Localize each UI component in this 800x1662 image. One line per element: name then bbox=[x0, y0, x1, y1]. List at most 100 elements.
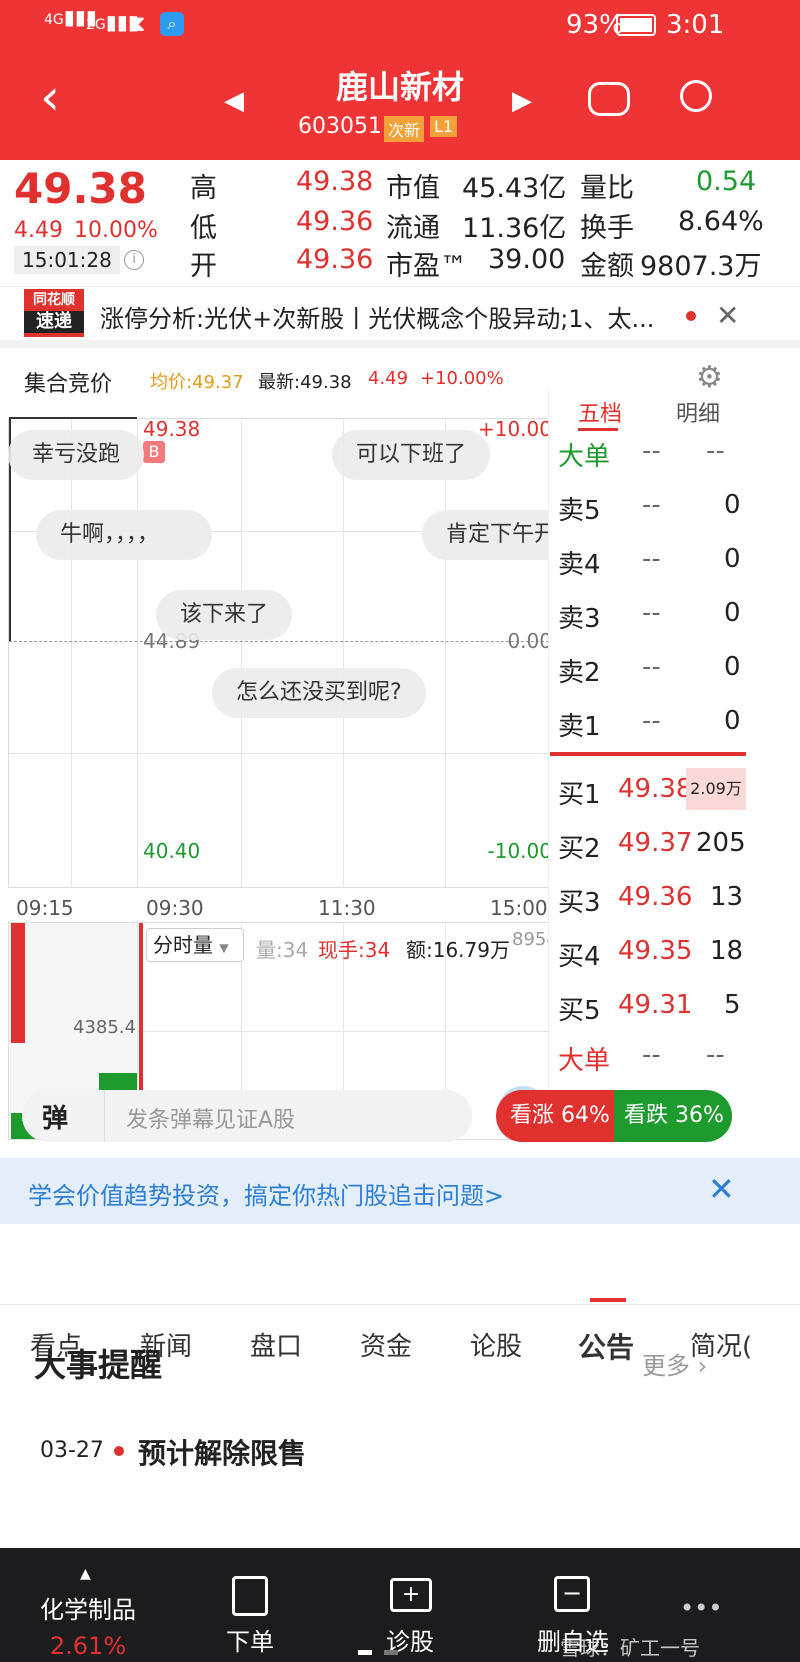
diagnose-button[interactable]: 诊股 bbox=[370, 1622, 450, 1657]
news-text: 涨停分析:光伏+次新股丨光伏概念个股异动;1、太... bbox=[100, 305, 655, 333]
avg-price: 均价:49.37 bbox=[150, 372, 244, 393]
danmu-placeholder: 发条弹幕见证A股 bbox=[126, 1108, 296, 1133]
low-value: 49.36 bbox=[296, 206, 374, 237]
high-value: 49.38 bbox=[296, 166, 374, 197]
open-value: 49.36 bbox=[296, 244, 374, 275]
auction-label: 集合竞价 bbox=[24, 372, 113, 397]
current-hand: 现手:34 bbox=[318, 938, 391, 962]
time-0915: 09:15 bbox=[16, 896, 74, 920]
ask1-label: 卖1 bbox=[558, 712, 601, 742]
tab-forum[interactable]: 论股 bbox=[470, 1326, 522, 1363]
events-more-link[interactable]: 更多 › bbox=[642, 1346, 707, 1381]
danmu-bubble: 可以下班了 bbox=[332, 430, 491, 480]
chevron-down-icon: ▼ bbox=[219, 941, 229, 955]
float-label: 流通 bbox=[386, 213, 440, 244]
amount-label: 金额 bbox=[580, 251, 634, 282]
sector-change: 2.61% bbox=[49, 1632, 127, 1660]
news-logo: 同花顺 速递 bbox=[24, 289, 84, 337]
promo-banner[interactable]: 学会价值趋势投资，搞定你热门股追击问题> ✕ bbox=[0, 1158, 800, 1224]
info-icon[interactable]: i bbox=[124, 250, 144, 270]
order-button[interactable]: 下单 bbox=[210, 1622, 290, 1657]
change: 4.49 bbox=[14, 218, 63, 243]
stock-name: 鹿山新材 bbox=[335, 68, 464, 106]
quote-time: 15:01:28 bbox=[14, 246, 120, 274]
search-icon[interactable] bbox=[680, 80, 712, 112]
bid5-label: 买5 bbox=[558, 996, 601, 1026]
time-1500: 15:00 bbox=[490, 896, 548, 920]
time-0930: 09:30 bbox=[146, 896, 204, 920]
last-price: 49.38 bbox=[14, 164, 147, 213]
tab-detail[interactable]: 明细 bbox=[676, 396, 720, 428]
unread-dot bbox=[686, 311, 696, 321]
hourglass-icon: ⧗ bbox=[130, 12, 146, 37]
danmu-bubble: 该下来了 bbox=[156, 590, 293, 640]
bid4-label: 买4 bbox=[558, 942, 601, 972]
open-label: 开 bbox=[190, 251, 217, 282]
battery-icon bbox=[616, 14, 656, 36]
mcap-label: 市值 bbox=[386, 173, 440, 204]
close-icon[interactable]: ✕ bbox=[716, 299, 739, 332]
sector-name[interactable]: 化学制品 bbox=[28, 1590, 148, 1625]
tab-orderbook[interactable]: 盘口 bbox=[250, 1326, 302, 1363]
search-app-icon: ⌕ bbox=[160, 12, 184, 36]
bid3-label: 买3 bbox=[558, 888, 601, 918]
ask4-label: 卖4 bbox=[558, 550, 601, 580]
bottom-nav: ▲ 化学制品 2.61% 下单 + 诊股 − 删自选 ••• 雪球：矿工一号 bbox=[0, 1548, 800, 1662]
vote-up-button[interactable]: 看涨 64% bbox=[496, 1090, 614, 1142]
diagnose-icon[interactable]: + bbox=[390, 1578, 432, 1612]
prev-stock-icon[interactable]: ◀ bbox=[224, 86, 244, 116]
stock-code: 603051 bbox=[298, 114, 382, 139]
more-icon[interactable]: ••• bbox=[680, 1594, 722, 1622]
next-stock-icon[interactable]: ▶ bbox=[512, 86, 532, 116]
top-price-label: 49.38 bbox=[143, 417, 201, 441]
amount-value: 9807.3万 bbox=[640, 251, 762, 282]
header-change-pct: +10.00% bbox=[420, 368, 504, 389]
banner-close-icon[interactable]: ✕ bbox=[708, 1170, 735, 1208]
volume-value: 量:34 bbox=[256, 938, 309, 962]
volume-type-dropdown[interactable]: 分时量 ▼ bbox=[146, 928, 244, 962]
remove-watchlist-icon[interactable]: − bbox=[554, 1576, 590, 1612]
order-icon[interactable] bbox=[232, 1576, 268, 1616]
change-pct: 10.00% bbox=[74, 218, 158, 243]
vol-ratio-label: 量比 bbox=[580, 173, 634, 204]
caret-up-icon: ▲ bbox=[80, 1566, 91, 1582]
volume-amount: 额:16.79万 bbox=[406, 938, 510, 962]
mcap-value: 45.43亿 bbox=[462, 173, 567, 204]
tab-funds[interactable]: 资金 bbox=[360, 1326, 412, 1363]
news-ticker[interactable]: 同花顺 速递 涨停分析:光伏+次新股丨光伏概念个股异动;1、太... ✕ bbox=[0, 286, 800, 337]
event-text[interactable]: 预计解除限售 bbox=[138, 1432, 306, 1472]
vol-ratio-value: 0.54 bbox=[696, 166, 757, 197]
big-order-bid-label: 大单 bbox=[558, 1046, 611, 1076]
header-bar: 4G▮▮▮ 2G▮▮▮ ⧗ ⌕ 93% 3:01 ‹ ◀ 鹿山新材 603051… bbox=[0, 0, 800, 160]
ask2-label: 卖2 bbox=[558, 658, 601, 688]
intraday-chart[interactable]: 49.38 +10.00% 44.89 0.00% 40.40 -10.00% … bbox=[8, 417, 580, 888]
time-1130: 11:30 bbox=[318, 896, 376, 920]
vote-down-button[interactable]: 看跌 36% bbox=[614, 1090, 732, 1142]
latest-price: 最新:49.38 bbox=[258, 372, 352, 393]
volume-mid-label: 4385.4 bbox=[73, 1017, 136, 1038]
danmu-bubble: 幸亏没跑 bbox=[8, 430, 145, 480]
pe-label: 市盈™ bbox=[386, 251, 467, 282]
bid2-label: 买2 bbox=[558, 834, 601, 864]
event-date: 03-27 bbox=[40, 1438, 104, 1463]
clock: 3:01 bbox=[666, 10, 725, 40]
pe-value: 39.00 bbox=[488, 244, 566, 275]
sentiment-vote[interactable]: 看涨 64% 看跌 36% bbox=[496, 1090, 732, 1142]
back-icon[interactable]: ‹ bbox=[40, 72, 60, 122]
new-stock-badge: 次新 bbox=[384, 116, 425, 142]
watermark: 雪球：矿工一号 bbox=[560, 1636, 700, 1660]
turnover-label: 换手 bbox=[580, 213, 634, 244]
danmu-input[interactable]: 弹 发条弹幕见证A股 bbox=[22, 1090, 472, 1142]
float-value: 11.36亿 bbox=[462, 213, 567, 244]
big-order-ask-label: 大单 bbox=[558, 442, 611, 472]
events-title: 大事提醒 bbox=[34, 1346, 163, 1384]
level-badge: L1 bbox=[430, 116, 458, 137]
ask5-label: 卖5 bbox=[558, 496, 601, 526]
high-label: 高 bbox=[190, 173, 217, 204]
danmu-bubble: 怎么还没买到呢? bbox=[212, 668, 426, 718]
ask3-label: 卖3 bbox=[558, 604, 601, 634]
robot-icon[interactable] bbox=[588, 82, 630, 116]
buy-marker-icon: B bbox=[143, 441, 165, 463]
tab-five-levels[interactable]: 五档 bbox=[578, 396, 622, 428]
tab-announcements[interactable]: 公告 bbox=[578, 1326, 634, 1366]
